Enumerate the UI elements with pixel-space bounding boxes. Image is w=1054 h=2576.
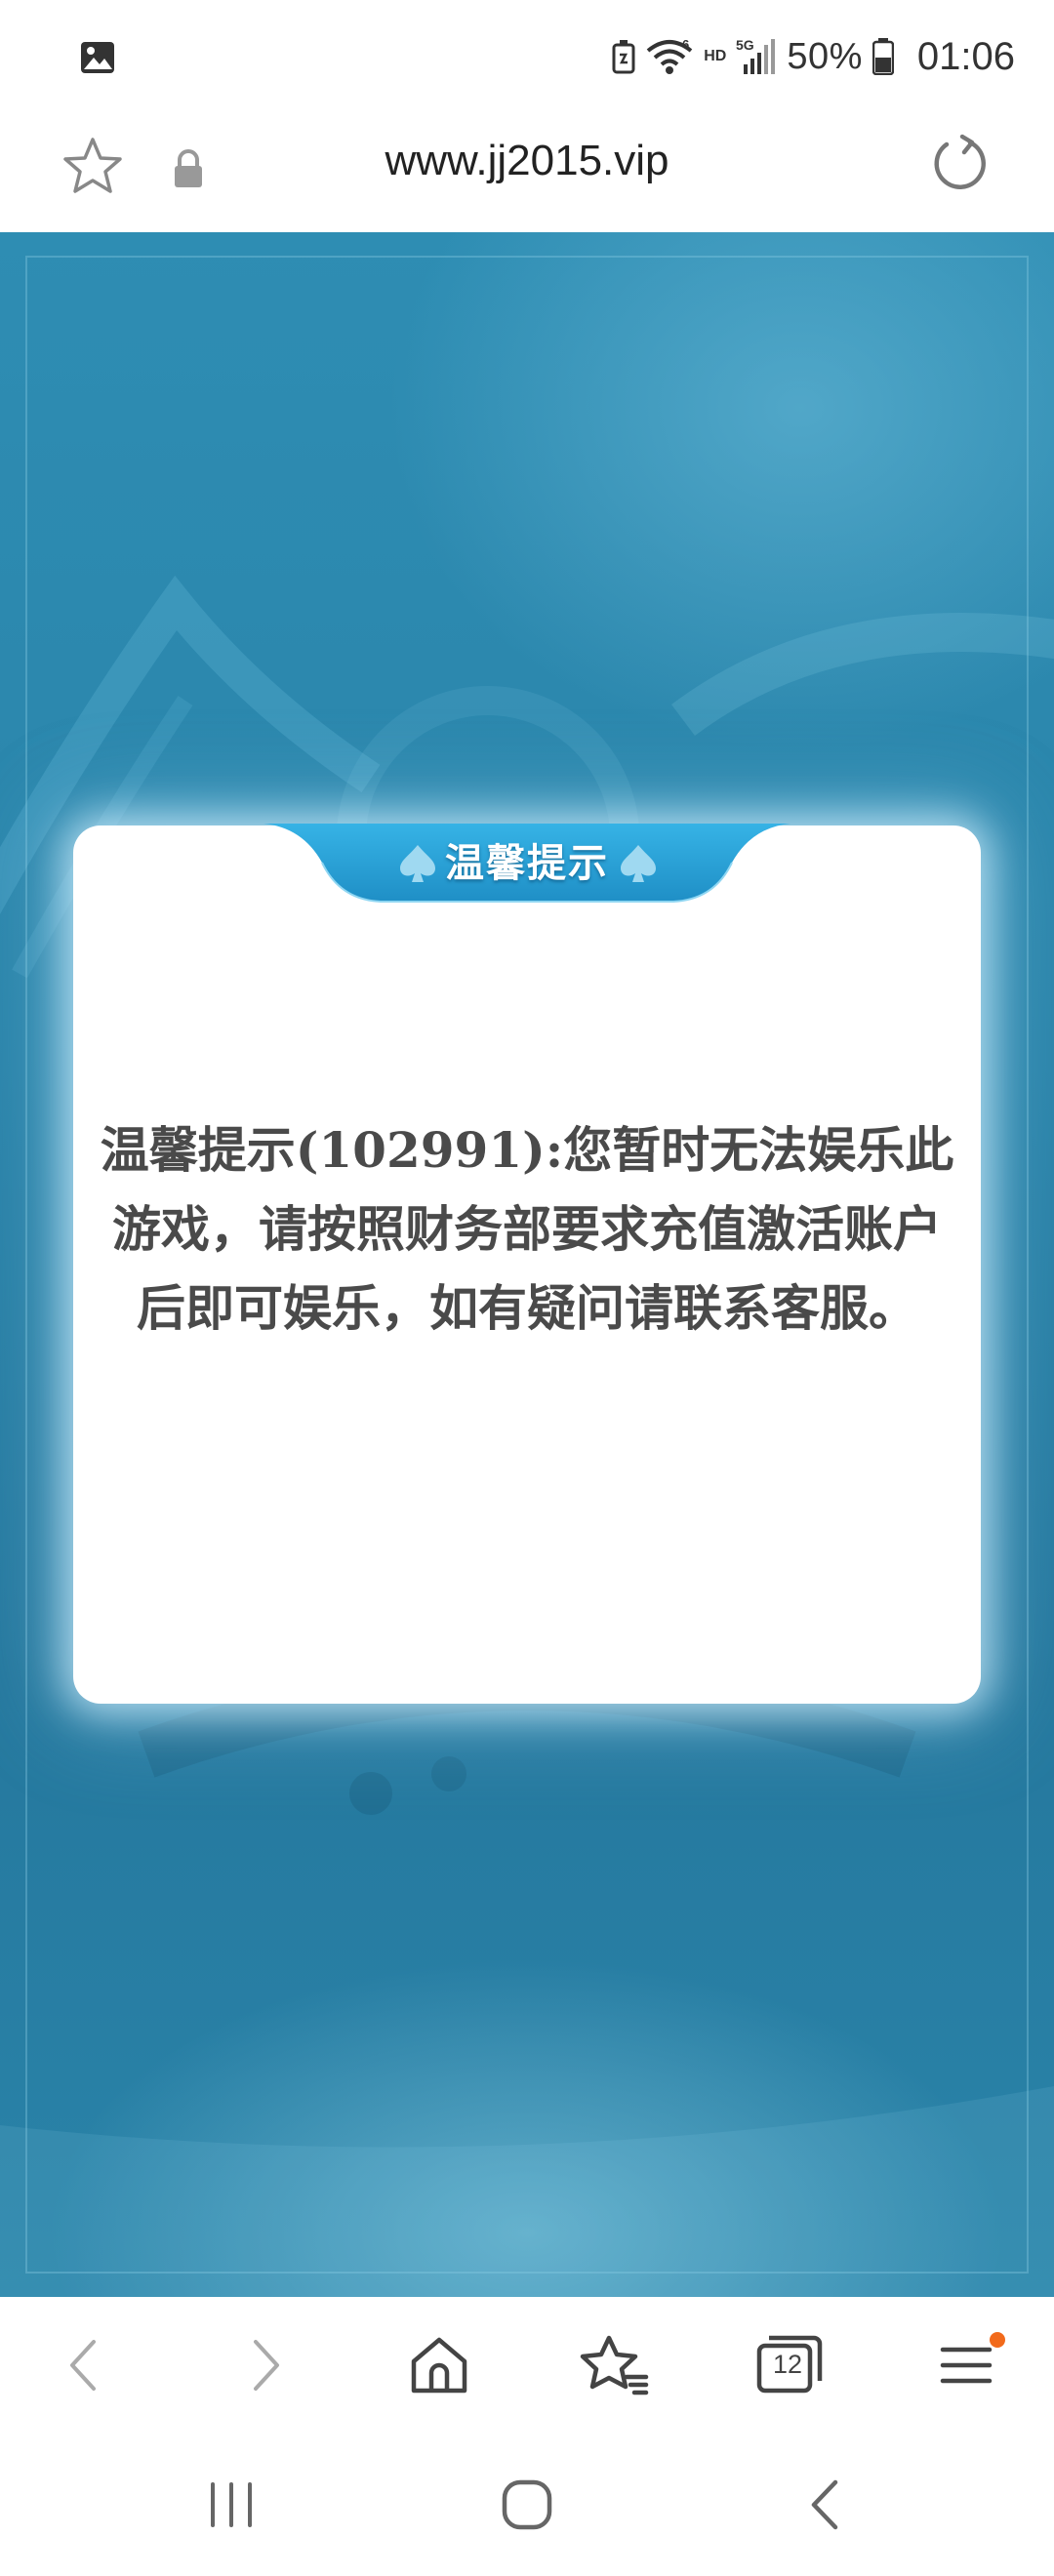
- status-bar: 6 HD 5G 50% 01:06: [0, 0, 1054, 113]
- home-circle-icon[interactable]: [493, 2471, 561, 2539]
- status-icons: 6 HD 5G 50% 01:06: [612, 29, 1015, 84]
- clock: 01:06: [916, 34, 1015, 78]
- hd-label: HD: [704, 48, 727, 64]
- nav-back-icon[interactable]: [792, 2471, 861, 2539]
- tabs-count: 12: [772, 2350, 803, 2379]
- signal-icon: 5G: [736, 37, 776, 74]
- url-bar: www.jj2015.vip: [0, 113, 1054, 232]
- bookmarks-icon[interactable]: [576, 2326, 654, 2404]
- battery-icon: [872, 38, 894, 75]
- reload-icon[interactable]: [927, 131, 993, 197]
- browser-toolbar: 12: [0, 2297, 1054, 2434]
- svg-text:6: 6: [682, 37, 689, 52]
- recent-apps-icon[interactable]: [197, 2471, 265, 2539]
- url-address[interactable]: www.jj2015.vip: [0, 137, 1054, 185]
- tabs-button[interactable]: 12: [751, 2326, 830, 2404]
- battery-saver-icon: [612, 40, 635, 74]
- web-content: 温馨提示 温馨提示(102991):您暂时无法娱乐此游戏，请按照财务部要求充值激…: [0, 232, 1054, 2297]
- system-navigation-bar: [0, 2434, 1054, 2576]
- gallery-icon: [81, 42, 114, 73]
- dialog-title-tab: 温馨提示: [264, 824, 790, 904]
- battery-percent: 50%: [787, 35, 863, 77]
- back-icon[interactable]: [47, 2326, 125, 2404]
- dialog-title: 温馨提示: [445, 841, 609, 886]
- menu-button[interactable]: [927, 2326, 1005, 2404]
- wifi-icon: 6: [646, 37, 693, 74]
- spade-icon: [621, 845, 656, 882]
- home-icon[interactable]: [400, 2326, 478, 2404]
- dialog-message: 温馨提示(102991):您暂时无法娱乐此游戏，请按照财务部要求充值激活账户后即…: [100, 1121, 954, 1337]
- notice-dialog: 温馨提示 温馨提示(102991):您暂时无法娱乐此游戏，请按照财务部要求充值激…: [73, 824, 981, 1704]
- notification-dot: [990, 2332, 1005, 2348]
- network-gen-label: 5G: [736, 37, 754, 53]
- forward-icon[interactable]: [224, 2326, 303, 2404]
